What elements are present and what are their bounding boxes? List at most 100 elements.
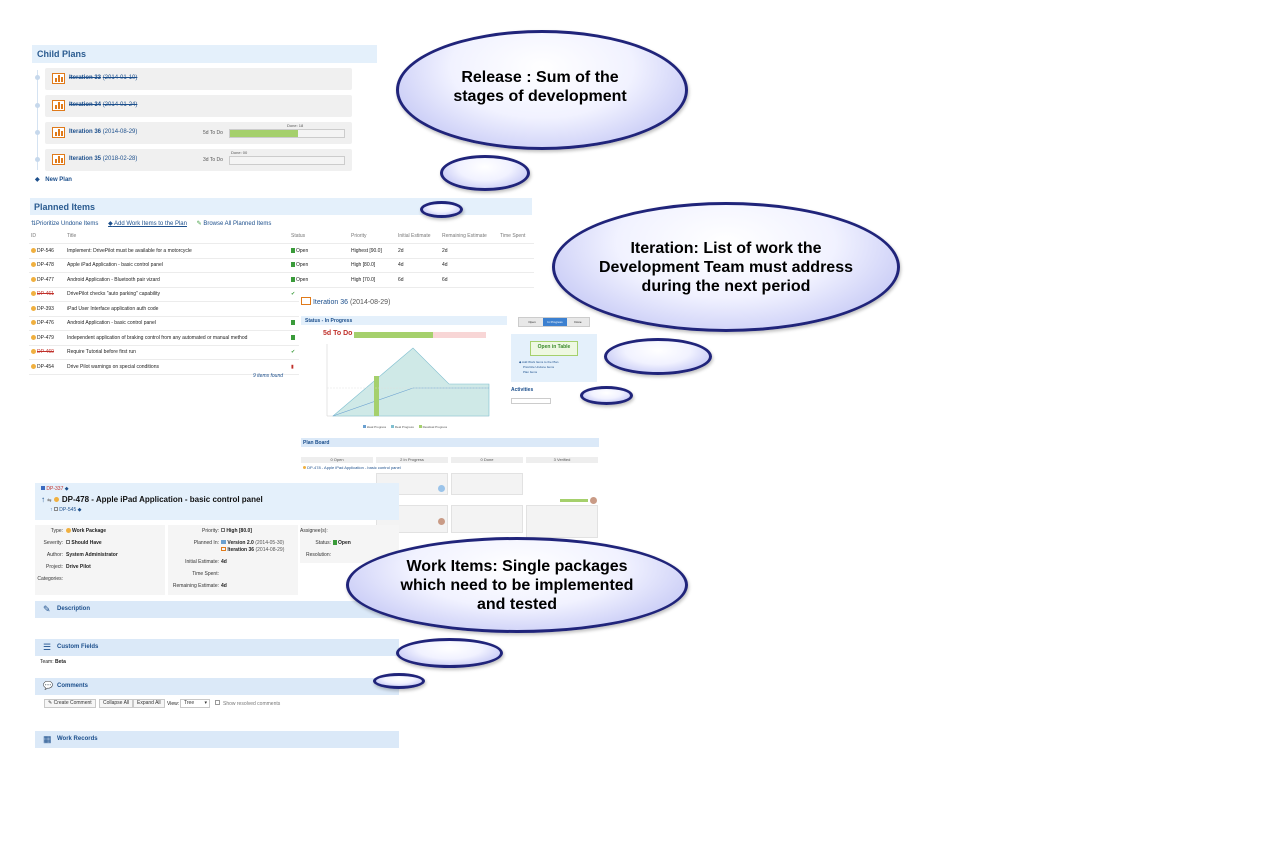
child-plan-todo: 3d To Do bbox=[203, 157, 223, 163]
legend-ideal: Ideal Progress bbox=[363, 425, 386, 429]
child-plan-link[interactable]: Iteration 36 (2014-08-29) bbox=[69, 129, 137, 135]
column-header[interactable]: ID bbox=[29, 229, 65, 244]
work-package-icon bbox=[303, 466, 306, 469]
table-row[interactable]: DP-546 Implement: DrivePilot must be ava… bbox=[29, 243, 534, 259]
child-plan-item[interactable]: Iteration 34 (2014-01-24) bbox=[45, 95, 352, 117]
diamond-icon: ◆ bbox=[77, 507, 82, 513]
team-field: Team: Beta bbox=[40, 659, 66, 665]
tab-in-progress[interactable]: In Progress bbox=[543, 318, 567, 326]
board-column-header: 0 Open bbox=[301, 457, 373, 463]
board-column-header: 3 Verified bbox=[526, 457, 598, 463]
field-value: System Administrator bbox=[66, 552, 118, 558]
child-plan-progress bbox=[229, 156, 345, 165]
column-header[interactable]: Time Spent bbox=[498, 229, 534, 244]
burndown-chart bbox=[326, 344, 490, 417]
column-header[interactable]: Title bbox=[65, 229, 289, 244]
child-plan-link[interactable]: Iteration 34 (2014-01-24) bbox=[69, 102, 137, 108]
field-value: 4d bbox=[221, 559, 227, 565]
child-plan-link[interactable]: Iteration 33 (2014-01-10) bbox=[69, 75, 137, 81]
iteration-title: Iteration 36 (2014-08-29) bbox=[301, 296, 390, 306]
real-progress-area bbox=[332, 347, 490, 417]
child-plan-item[interactable]: Iteration 36 (2014-08-29) 5d To Do Done:… bbox=[45, 122, 352, 144]
diamond-icon: ◆ bbox=[64, 486, 69, 492]
iteration-callout-text: Iteration: List of work the Development … bbox=[598, 239, 853, 295]
description-section[interactable]: ✎ Description bbox=[35, 601, 399, 618]
flag-icon: ▮ bbox=[291, 363, 294, 370]
board-column-header: 2 In Progress bbox=[376, 457, 448, 463]
planned-items-actions: ⇅Prioritize Undone Items ◆ Add Work Item… bbox=[31, 220, 311, 227]
child-plan-todo: 5d To Do bbox=[203, 130, 223, 136]
field-label: Remaining Estimate: bbox=[172, 583, 219, 589]
activities-filter[interactable] bbox=[511, 398, 551, 404]
table-row[interactable]: DP-478 Apple iPad Application - basic co… bbox=[29, 258, 534, 273]
child-plans-header: Child Plans bbox=[32, 45, 377, 63]
progress-fill bbox=[354, 332, 434, 338]
iteration-chart-icon bbox=[52, 127, 65, 138]
table-header-row: ID Title Status Priority Initial Estimat… bbox=[29, 229, 534, 244]
add-work-items-link[interactable]: ◆ Add Work Items to the Plan bbox=[108, 221, 187, 227]
board-card[interactable] bbox=[526, 505, 598, 538]
table-row[interactable]: DP-477 Android Application - Bluetooth p… bbox=[29, 272, 534, 288]
tab-open[interactable]: Open bbox=[521, 320, 543, 324]
work-package-icon bbox=[31, 276, 36, 282]
board-card[interactable] bbox=[451, 473, 523, 495]
parent-link[interactable]: DP-337 ◆ bbox=[41, 486, 69, 492]
field-value: Open bbox=[333, 540, 351, 546]
field-label: Initial Estimate: bbox=[185, 559, 219, 565]
plan-items-link[interactable]: Plan Items bbox=[519, 370, 558, 375]
custom-fields-section[interactable]: ☰ Custom Fields bbox=[35, 639, 399, 656]
field-label: Type: bbox=[50, 528, 63, 534]
field-label: Severity: bbox=[43, 540, 63, 546]
column-header[interactable]: Initial Estimate bbox=[396, 229, 440, 244]
work-records-section[interactable]: ▦ Work Records bbox=[35, 731, 399, 748]
progress-fill bbox=[230, 130, 299, 137]
side-panel: Open in Table ◆ Add Work Items to the Pl… bbox=[511, 334, 597, 382]
legend-real: Real Progress bbox=[391, 425, 414, 429]
child-link[interactable]: ↑ DP-545 ◆ bbox=[50, 507, 81, 513]
calendar-icon: ▦ bbox=[43, 734, 52, 744]
column-header[interactable]: Priority bbox=[349, 229, 396, 244]
tab-done[interactable]: Done bbox=[567, 320, 589, 324]
iteration-chart-icon bbox=[52, 154, 65, 165]
diamond-icon: ◆ bbox=[35, 177, 40, 183]
field-label: Project: bbox=[46, 564, 63, 570]
child-plan-item[interactable]: Iteration 35 (2018-02-28) 3d To Do Done:… bbox=[45, 149, 352, 171]
thought-bubble bbox=[373, 673, 425, 689]
work-package-icon bbox=[31, 247, 36, 253]
collapse-all-button[interactable]: Collapse All bbox=[99, 699, 134, 708]
avatar bbox=[438, 518, 445, 525]
prioritize-undone-link[interactable]: ⇅Prioritize Undone Items bbox=[31, 221, 98, 227]
avatar bbox=[438, 485, 445, 492]
open-status-icon bbox=[291, 247, 295, 253]
open-in-table-button[interactable]: Open in Table bbox=[530, 341, 578, 356]
child-plan-link[interactable]: Iteration 35 (2018-02-28) bbox=[69, 156, 137, 162]
open-status-icon bbox=[291, 276, 295, 282]
comments-section[interactable]: 💬 Comments bbox=[35, 678, 399, 695]
show-resolved-checkbox[interactable] bbox=[215, 700, 220, 705]
child-plan-progress bbox=[229, 129, 345, 138]
board-card[interactable] bbox=[451, 505, 523, 533]
open-status-icon bbox=[291, 262, 295, 268]
iteration-chart-icon bbox=[301, 297, 311, 305]
work-package-icon bbox=[31, 320, 36, 326]
column-header[interactable]: Status bbox=[289, 229, 349, 244]
field-value[interactable]: Iteration 36 (2014-08-29) bbox=[221, 547, 284, 553]
field-label: Resolution: bbox=[305, 552, 331, 558]
column-header[interactable]: Remaining Estimate bbox=[440, 229, 498, 244]
field-value: 4d bbox=[221, 583, 227, 589]
field-value[interactable]: Version 2.0 (2014-05-30) bbox=[221, 540, 284, 546]
iteration-panel: Iteration 36 (2014-08-29) Status - In Pr… bbox=[299, 288, 599, 436]
chevron-down-icon: ▾ bbox=[204, 700, 207, 706]
work-item-header: DP-337 ◆ ↑ ⇆ DP-478 - Apple iPad Applica… bbox=[35, 483, 399, 520]
field-value: Work Package bbox=[66, 528, 106, 534]
items-found: 9 items found bbox=[253, 373, 284, 379]
view-select[interactable]: Tree ▾ bbox=[180, 699, 210, 708]
edit-icon: ✎ bbox=[196, 221, 202, 227]
create-comment-button[interactable]: ✎ Create Comment bbox=[44, 699, 96, 708]
open-status-icon bbox=[291, 334, 295, 340]
field-value: High [80.0] bbox=[221, 528, 252, 534]
expand-all-button[interactable]: Expand All bbox=[133, 699, 165, 708]
browse-planned-items-link[interactable]: ✎ Browse All Planned Items bbox=[197, 221, 272, 227]
new-plan-link[interactable]: ◆ New Plan bbox=[35, 176, 72, 183]
child-plan-item[interactable]: Iteration 33 (2014-01-10) bbox=[45, 68, 352, 90]
